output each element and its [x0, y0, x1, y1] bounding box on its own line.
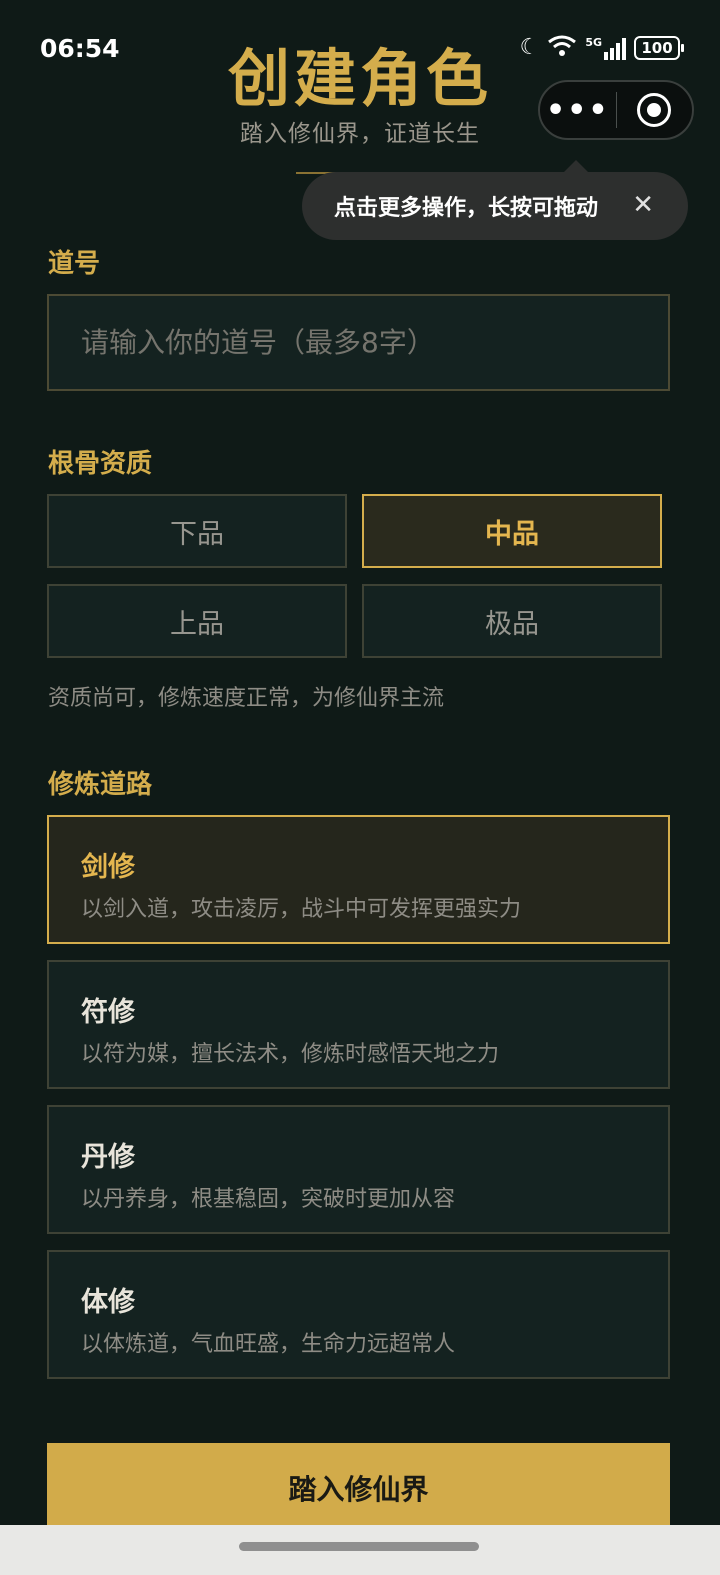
tooltip-text: 点击更多操作，长按可拖动 — [334, 196, 599, 221]
path-option-talisman[interactable]: 符修 以符为媒，擅长法术，修炼时感悟天地之力 — [47, 960, 670, 1089]
name-section-label: 道号 — [48, 249, 101, 279]
grade-option-low[interactable]: 下品 — [47, 494, 347, 568]
path-name: 符修 — [81, 997, 135, 1028]
grade-section-label: 根骨资质 — [48, 449, 153, 479]
grade-option-mid[interactable]: 中品 — [362, 494, 662, 568]
capsule-close-button[interactable] — [617, 82, 693, 138]
grade-option-high[interactable]: 上品 — [47, 584, 347, 658]
path-option-sword[interactable]: 剑修 以剑入道，攻击凌厉，战斗中可发挥更强实力 — [47, 815, 670, 944]
path-option-body[interactable]: 体修 以体炼道，气血旺盛，生命力远超常人 — [47, 1250, 670, 1379]
path-name: 体修 — [81, 1287, 135, 1318]
target-icon — [637, 93, 672, 127]
more-dots-icon[interactable]: ••• — [540, 82, 616, 138]
path-name: 丹修 — [81, 1142, 135, 1173]
system-nav-bar — [0, 1525, 720, 1575]
path-description: 以体炼道，气血旺盛，生命力远超常人 — [81, 1332, 456, 1357]
path-option-alchemy[interactable]: 丹修 以丹养身，根基稳固，突破时更加从容 — [47, 1105, 670, 1234]
home-indicator[interactable] — [239, 1542, 479, 1551]
capsule-tooltip: 点击更多操作，长按可拖动 ✕ — [302, 160, 688, 240]
path-description: 以丹养身，根基稳固，突破时更加从容 — [81, 1187, 456, 1212]
enter-world-button[interactable]: 踏入修仙界 — [47, 1443, 670, 1533]
path-name: 剑修 — [81, 852, 135, 883]
path-description: 以符为媒，擅长法术，修炼时感悟天地之力 — [81, 1042, 500, 1067]
path-section-label: 修炼道路 — [48, 770, 153, 800]
grade-description: 资质尚可，修炼速度正常，为修仙界主流 — [48, 686, 445, 711]
path-description: 以剑入道，攻击凌厉，战斗中可发挥更强实力 — [81, 897, 522, 922]
close-icon[interactable]: ✕ — [632, 190, 654, 220]
capsule-menu: ••• — [538, 80, 694, 140]
dao-name-input[interactable] — [47, 294, 670, 391]
grade-option-supreme[interactable]: 极品 — [362, 584, 662, 658]
